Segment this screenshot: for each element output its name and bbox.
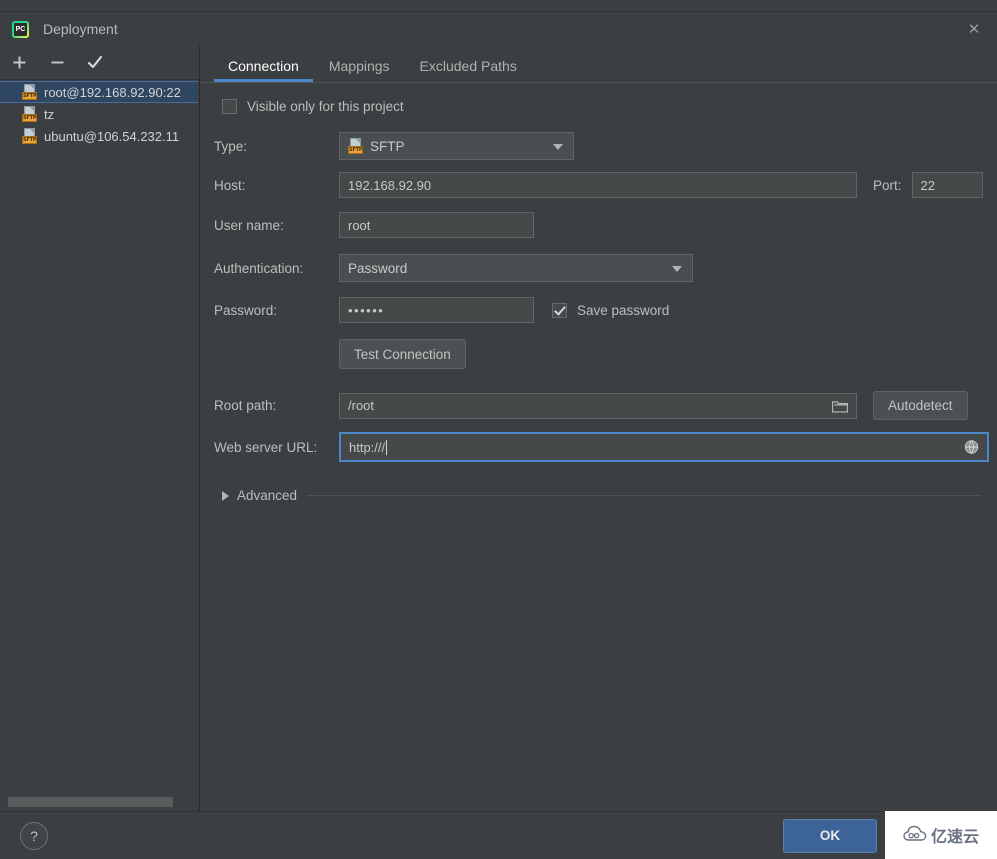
web-server-url-value: http:/// [349,439,386,455]
web-server-url-row: Web server URL: http:/// [214,432,997,462]
server-list-panel: SFTP root@192.168.92.90:22 SFTP tz SFTP [0,46,200,812]
save-password-label: Save password [577,302,670,318]
root-path-input[interactable]: /root [339,392,857,419]
port-input[interactable]: 22 [911,172,983,198]
tab-excluded-paths[interactable]: Excluded Paths [406,58,531,82]
list-item[interactable]: SFTP root@192.168.92.90:22 [0,81,198,103]
editor-tab-strip: mixtend .py × Matrix Factorization.py × … [0,0,997,11]
host-input[interactable]: 192.168.92.90 [339,172,857,198]
tab-connection[interactable]: Connection [214,58,313,82]
type-value: SFTP [370,138,405,154]
page-title: Deployment [43,21,118,37]
list-item[interactable]: SFTP ubuntu@106.54.232.11 [0,125,198,147]
username-row: User name: root [214,212,997,238]
authentication-label: Authentication: [214,260,304,276]
root-path-row: Root path: /root Autodetect [214,391,997,420]
web-server-url-label: Web server URL: [214,439,318,455]
list-item-label: tz [44,106,55,122]
server-list-toolbar [0,46,199,80]
password-input[interactable]: •••••• [339,297,534,323]
chevron-down-icon [672,266,682,272]
web-server-url-input[interactable]: http:/// [339,432,989,462]
advanced-section[interactable]: Advanced [222,488,997,503]
folder-icon[interactable] [831,399,849,413]
scrollbar-thumb[interactable] [8,797,173,807]
pycharm-icon [12,20,29,38]
autodetect-button[interactable]: Autodetect [873,391,968,420]
username-label: User name: [214,217,284,233]
sftp-icon: SFTP [22,106,38,122]
watermark: 亿速云 [885,811,997,859]
chevron-right-icon[interactable] [222,490,229,501]
minus-icon[interactable] [46,52,68,74]
list-item[interactable]: SFTP tz [0,103,198,125]
watermark-text: 亿速云 [930,827,979,846]
authentication-select[interactable]: Password [339,254,693,282]
test-connection-row: Test Connection [214,339,997,369]
authentication-value: Password [348,260,408,276]
port-label: Port: [873,177,902,193]
type-label: Type: [214,138,248,154]
server-list[interactable]: SFTP root@192.168.92.90:22 SFTP tz SFTP [0,81,198,790]
type-row: Type: SFTP SFTP [214,132,997,160]
tab-mappings[interactable]: Mappings [315,58,404,82]
connection-form: Visible only for this project Type: SFTP… [200,83,997,503]
visible-only-row: Visible only for this project [222,99,997,114]
password-label: Password: [214,302,278,318]
host-row: Host: 192.168.92.90 Port: 22 [214,172,997,198]
sftp-icon: SFTP [22,84,38,100]
text-caret [386,439,388,455]
help-button[interactable]: ? [20,821,48,850]
ok-button[interactable]: OK [783,818,877,853]
dialog-title-bar: Deployment ✕ [0,12,997,46]
deployment-dialog: Deployment ✕ SFTP [0,11,997,859]
close-icon[interactable]: ✕ [961,16,987,42]
type-select[interactable]: SFTP SFTP [339,132,574,160]
chevron-down-icon [553,144,563,150]
root-path-value: /root [348,398,375,413]
dialog-tab-strip: Connection Mappings Excluded Paths [200,46,997,82]
dialog-body: SFTP root@192.168.92.90:22 SFTP tz SFTP [0,46,997,812]
test-connection-button[interactable]: Test Connection [339,339,466,369]
advanced-label: Advanced [237,488,298,503]
cloud-icon [903,825,927,845]
plus-icon[interactable] [8,52,30,74]
authentication-row: Authentication: Password [214,254,997,282]
visible-only-checkbox[interactable] [222,99,237,114]
visible-only-label: Visible only for this project [247,99,404,114]
sftp-badge: SFTP [22,136,37,144]
username-input[interactable]: root [339,212,534,238]
horizontal-scrollbar[interactable] [0,792,199,812]
save-password-checkbox[interactable] [552,302,567,318]
sftp-icon: SFTP [22,128,38,144]
dialog-footer: ? OK Cancel [0,811,997,859]
connection-panel: Connection Mappings Excluded Paths Visib… [200,46,997,812]
list-item-label: ubuntu@106.54.232.11 [44,128,180,144]
sftp-badge: SFTP [22,92,37,100]
password-row: Password: •••••• Save password [214,297,997,323]
sftp-badge: SFTP [348,146,363,154]
sftp-badge: SFTP [22,114,37,122]
root-path-label: Root path: [214,398,277,413]
sftp-icon: SFTP [348,138,364,154]
check-icon[interactable] [84,52,106,74]
list-item-label: root@192.168.92.90:22 [44,84,181,100]
globe-icon[interactable] [964,440,979,455]
section-divider [307,495,981,496]
host-label: Host: [214,177,246,193]
